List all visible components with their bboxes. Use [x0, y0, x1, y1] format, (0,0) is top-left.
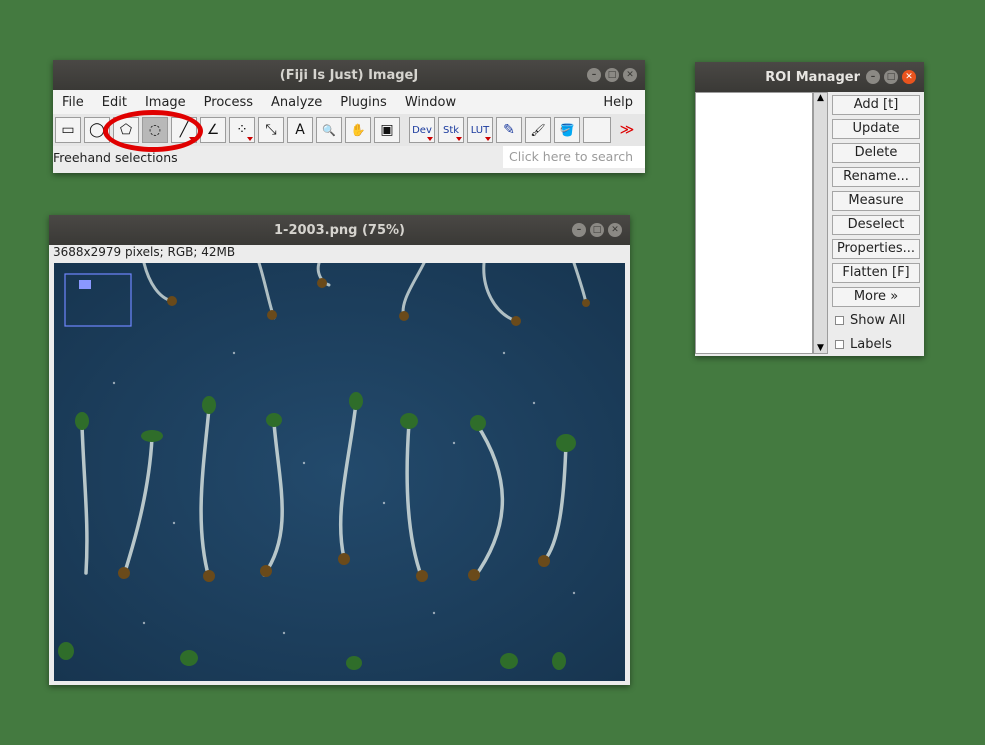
show-all-checkbox[interactable]: Show All: [835, 313, 905, 328]
menu-help[interactable]: Help: [594, 95, 645, 110]
show-all-label: Show All: [850, 313, 906, 328]
brush-tool-icon[interactable]: 🖌: [525, 117, 551, 143]
roi-list-scrollbar[interactable]: ▲ ▼: [813, 92, 828, 354]
minimize-button[interactable]: –: [572, 223, 586, 237]
labels-checkbox-box[interactable]: [835, 340, 844, 349]
search-field[interactable]: Click here to search: [503, 146, 645, 168]
more-tools-icon[interactable]: ≫: [614, 117, 640, 143]
text-tool-icon[interactable]: A: [287, 117, 313, 143]
roi-list[interactable]: [695, 92, 813, 354]
color-picker-tool-icon[interactable]: ▣: [374, 117, 400, 143]
measure-button[interactable]: Measure: [832, 191, 920, 211]
annotation-circle: [103, 110, 203, 152]
multipoint-tool-icon[interactable]: ⁘: [229, 117, 255, 143]
close-button[interactable]: ✕: [623, 68, 637, 82]
pencil-tool-icon[interactable]: ✎: [496, 117, 522, 143]
developer-menu-icon[interactable]: Dev: [409, 117, 435, 143]
empty-tool-slot[interactable]: [583, 117, 611, 143]
angle-tool-icon[interactable]: ∠: [200, 117, 226, 143]
more-button[interactable]: More »: [832, 287, 920, 307]
properties-button[interactable]: Properties...: [832, 239, 920, 259]
delete-button[interactable]: Delete: [832, 143, 920, 163]
scroll-down-icon[interactable]: ▼: [814, 343, 827, 353]
menu-edit[interactable]: Edit: [93, 95, 136, 110]
menu-plugins[interactable]: Plugins: [331, 95, 396, 110]
scroll-up-icon[interactable]: ▲: [814, 93, 827, 103]
roi-manager-titlebar[interactable]: ROI Manager – □ ✕: [695, 62, 924, 92]
menu-analyze[interactable]: Analyze: [262, 95, 331, 110]
show-all-checkbox-box[interactable]: [835, 316, 844, 325]
image-title: 1-2003.png (75%): [274, 222, 405, 238]
hand-tool-icon[interactable]: ✋: [345, 117, 371, 143]
labels-label: Labels: [850, 337, 892, 352]
add-button[interactable]: Add [t]: [832, 95, 920, 115]
maximize-button[interactable]: □: [884, 70, 898, 84]
rename-button[interactable]: Rename...: [832, 167, 920, 187]
menu-image[interactable]: Image: [136, 95, 195, 110]
roi-manager-title: ROI Manager: [765, 69, 860, 85]
minimize-button[interactable]: –: [587, 68, 601, 82]
stack-menu-icon[interactable]: Stk: [438, 117, 464, 143]
update-button[interactable]: Update: [832, 119, 920, 139]
maximize-button[interactable]: □: [605, 68, 619, 82]
lut-menu-icon[interactable]: LUT: [467, 117, 493, 143]
maximize-button[interactable]: □: [590, 223, 604, 237]
close-button[interactable]: ✕: [902, 70, 916, 84]
wand-tool-icon[interactable]: ⤡: [258, 117, 284, 143]
labels-checkbox[interactable]: Labels: [835, 337, 892, 352]
close-button[interactable]: ✕: [608, 223, 622, 237]
image-window: 1-2003.png (75%) – □ ✕ 3688x2979 pixels;…: [49, 215, 630, 685]
seedling-image: [54, 263, 625, 681]
minimize-button[interactable]: –: [866, 70, 880, 84]
menu-file[interactable]: File: [53, 95, 93, 110]
image-canvas[interactable]: [54, 263, 625, 681]
image-info: 3688x2979 pixels; RGB; 42MB: [53, 245, 236, 259]
zoom-tool-icon[interactable]: 🔍: [316, 117, 342, 143]
roi-manager-window: ROI Manager – □ ✕ ▲ ▼ Add [t] Update Del…: [695, 62, 924, 356]
imagej-title: (Fiji Is Just) ImageJ: [279, 67, 419, 83]
menu-window[interactable]: Window: [396, 95, 465, 110]
rectangle-tool-icon[interactable]: ▭: [55, 117, 81, 143]
imagej-titlebar[interactable]: (Fiji Is Just) ImageJ – □ ✕: [53, 60, 645, 90]
menu-process[interactable]: Process: [195, 95, 262, 110]
flood-fill-tool-icon[interactable]: 🪣: [554, 117, 580, 143]
deselect-button[interactable]: Deselect: [832, 215, 920, 235]
image-titlebar[interactable]: 1-2003.png (75%) – □ ✕: [49, 215, 630, 245]
flatten-button[interactable]: Flatten [F]: [832, 263, 920, 283]
